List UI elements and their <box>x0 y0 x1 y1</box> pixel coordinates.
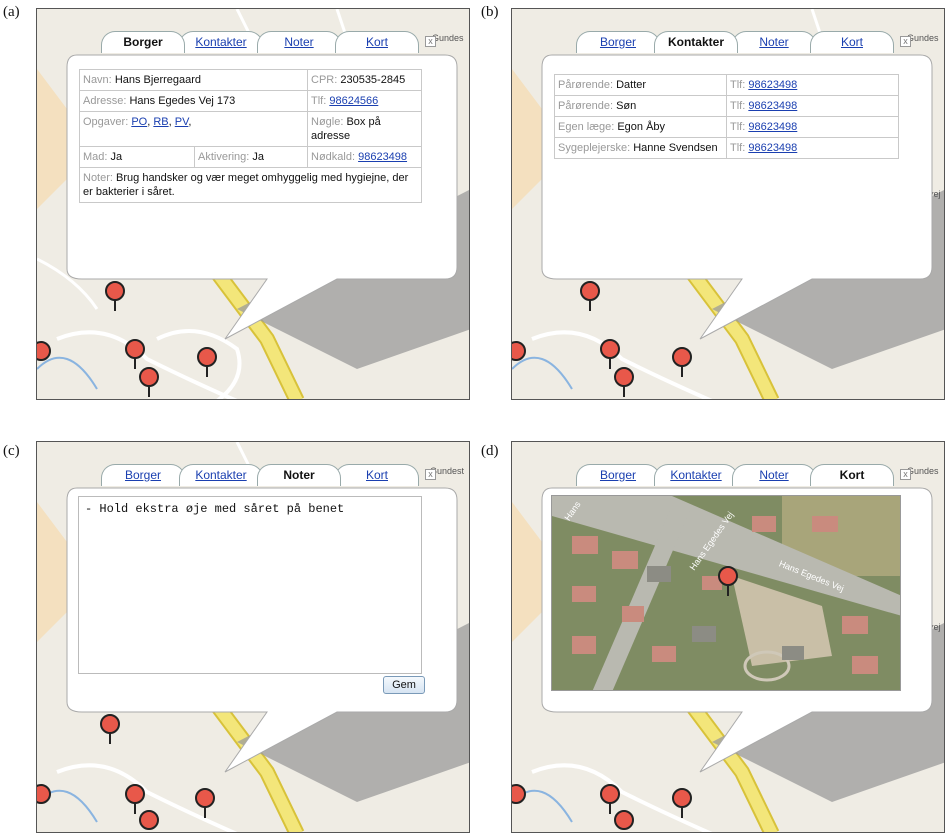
panel-b-letter: (b) <box>481 4 499 20</box>
panel-a: Gundes Borger Kontakter Noter Kort x Nav… <box>36 8 470 400</box>
map-pin[interactable] <box>125 784 145 814</box>
pins-layer <box>512 784 692 830</box>
tab-kort[interactable]: Kort <box>810 464 894 486</box>
panel-c-letter: (c) <box>3 443 20 459</box>
map-pin[interactable] <box>139 810 159 830</box>
tab-noter[interactable]: Noter <box>257 464 341 486</box>
panel-b: Gundes dvej Borger Kontakter Noter Kort … <box>511 8 945 400</box>
panel-d: Gundes dvej Borger Kontakter Noter Kort … <box>511 441 945 833</box>
map-pin[interactable] <box>614 367 634 397</box>
pins-layer <box>37 281 217 397</box>
map-pin[interactable] <box>37 341 51 361</box>
panel-c: Gundest Borger Kontakter Noter Kort x - … <box>36 441 470 833</box>
map-pin[interactable] <box>125 339 145 369</box>
map-pin[interactable] <box>512 784 526 804</box>
map-pin[interactable] <box>600 339 620 369</box>
tab-kontakter[interactable]: Kontakter <box>654 31 738 53</box>
map-pin[interactable] <box>672 347 692 377</box>
map-pin[interactable] <box>195 788 215 818</box>
map-pin[interactable] <box>614 810 634 830</box>
map-pin[interactable] <box>580 281 600 311</box>
pins-layer <box>37 714 215 830</box>
map-pin[interactable] <box>100 714 120 744</box>
panel-d-letter: (d) <box>481 443 499 459</box>
map-pin[interactable] <box>672 788 692 818</box>
pins-layer <box>512 281 692 397</box>
map-pin[interactable] <box>512 341 526 361</box>
map-pin[interactable] <box>139 367 159 397</box>
map-pin[interactable] <box>37 784 51 804</box>
panel-a-letter: (a) <box>3 4 20 20</box>
map-pin[interactable] <box>600 784 620 814</box>
tab-borger[interactable]: Borger <box>101 31 185 53</box>
map-pin[interactable] <box>197 347 217 377</box>
map-pin[interactable] <box>105 281 125 311</box>
